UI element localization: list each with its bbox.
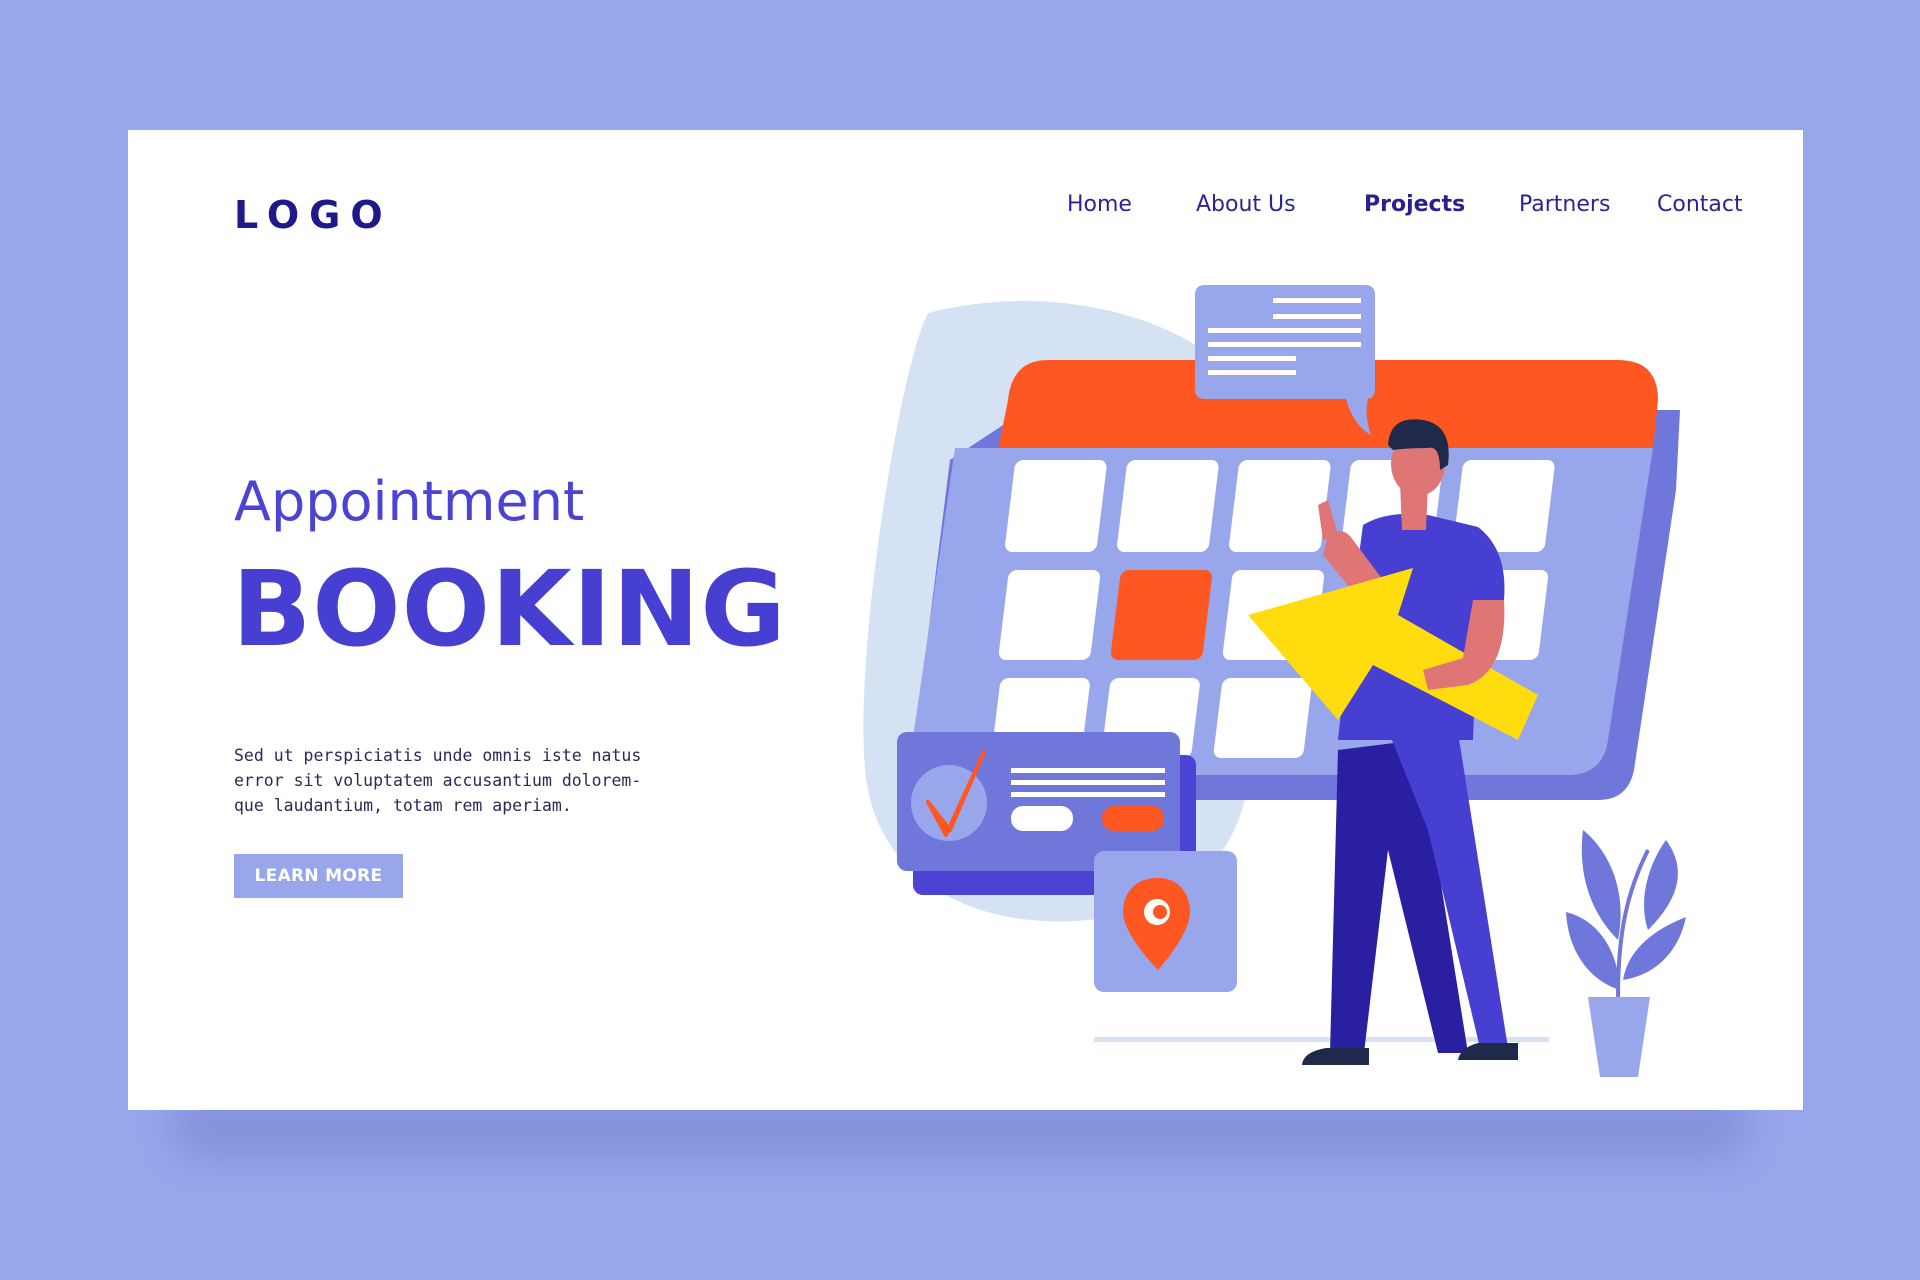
plant-icon — [1566, 830, 1686, 1077]
booking-illustration — [863, 285, 1686, 1077]
landing-page-card: LOGO Home About Us Projects Partners Con… — [128, 130, 1803, 1110]
location-card — [1094, 851, 1237, 992]
